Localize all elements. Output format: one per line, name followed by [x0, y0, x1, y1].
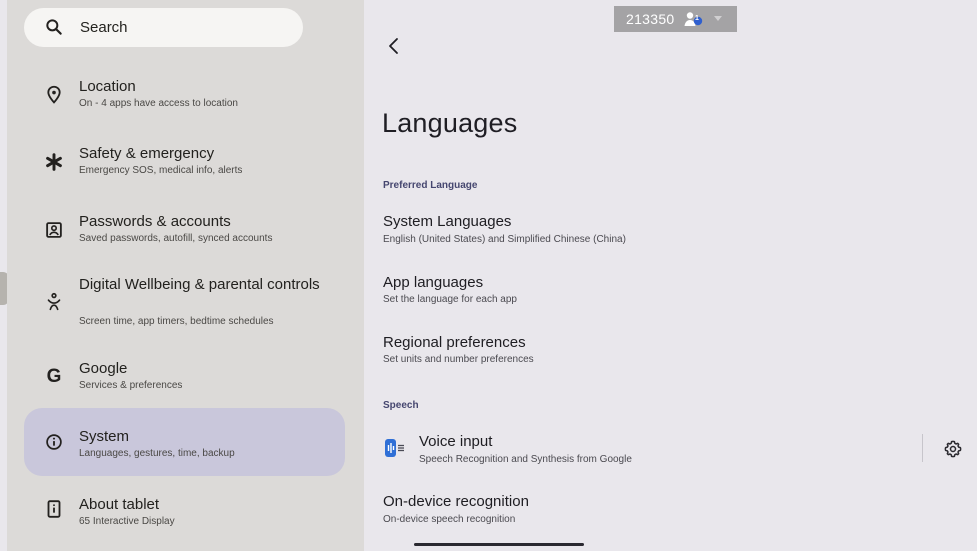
pref-title: On-device recognition	[383, 493, 529, 510]
sidebar-item-title: Location	[79, 78, 136, 95]
settings-nav-pane: Search Location On - 4 apps have access …	[7, 0, 364, 551]
sidebar-item-title: Passwords & accounts	[79, 213, 231, 230]
pref-title: Regional preferences	[383, 334, 526, 351]
divider	[922, 434, 923, 462]
search-icon	[46, 19, 62, 35]
asterisk-icon	[46, 153, 62, 171]
voice-input-icon	[385, 439, 404, 457]
pref-subtitle: Speech Recognition and Synthesis from Go…	[419, 454, 632, 465]
info-circle-icon	[46, 434, 62, 450]
remote-session-badge[interactable]: 213350 1	[614, 6, 737, 32]
section-header-speech: Speech	[383, 400, 419, 411]
pref-title: System Languages	[383, 213, 512, 230]
sidebar-item-title: Digital Wellbeing & parental controls	[79, 276, 320, 293]
sidebar-item-subtitle: 65 Interactive Display	[79, 516, 175, 527]
sidebar-item-passwords-accounts[interactable]: Passwords & accounts Saved passwords, au…	[24, 207, 345, 257]
sidebar-item-subtitle: Emergency SOS, medical info, alerts	[79, 165, 243, 176]
chevron-down-icon	[714, 16, 722, 21]
sidebar-item-safety[interactable]: Safety & emergency Emergency SOS, medica…	[24, 139, 345, 189]
pref-subtitle: Set units and number preferences	[383, 354, 534, 365]
sidebar-item-location[interactable]: Location On - 4 apps have access to loca…	[24, 72, 345, 122]
location-pin-icon	[47, 85, 61, 104]
user-count: 1	[695, 15, 699, 22]
sidebar-item-system[interactable]: System Languages, gestures, time, backup	[24, 408, 345, 476]
sidebar-item-title: System	[79, 428, 130, 445]
google-g-icon: G	[46, 366, 62, 387]
gear-icon[interactable]	[943, 439, 963, 459]
sidebar-item-title: Safety & emergency	[79, 145, 215, 162]
pref-subtitle: Set the language for each app	[383, 294, 517, 305]
pref-subtitle: English (United States) and Simplified C…	[383, 234, 626, 245]
search-placeholder: Search	[80, 19, 128, 36]
languages-detail-pane: Languages Preferred Language System Lang…	[364, 0, 977, 551]
sidebar-item-digital-wellbeing[interactable]: Digital Wellbeing & parental controls Sc…	[24, 272, 345, 334]
search-bar[interactable]: Search	[24, 8, 303, 47]
tablet-icon	[47, 500, 61, 518]
sidebar-item-subtitle: On - 4 apps have access to location	[79, 98, 238, 109]
session-id: 213350	[626, 11, 675, 27]
wellbeing-icon	[47, 292, 61, 311]
page-title: Languages	[382, 108, 518, 138]
pref-title: Voice input	[419, 433, 493, 450]
section-header-preferred-language: Preferred Language	[383, 180, 478, 191]
account-box-icon	[46, 222, 62, 238]
gesture-home-bar[interactable]	[414, 543, 584, 546]
settings-screen: Search Location On - 4 apps have access …	[0, 0, 977, 551]
sidebar-item-subtitle: Saved passwords, autofill, synced accoun…	[79, 233, 273, 244]
pref-title: App languages	[383, 274, 484, 291]
sidebar-item-google[interactable]: G Google Services & preferences	[24, 354, 345, 404]
sidebar-item-subtitle: Screen time, app timers, bedtime schedul…	[79, 316, 274, 327]
pref-subtitle: On-device speech recognition	[383, 514, 516, 525]
sidebar-item-title: Google	[79, 360, 128, 377]
sidebar-item-subtitle: Services & preferences	[79, 380, 183, 391]
sidebar-item-subtitle: Languages, gestures, time, backup	[79, 448, 235, 459]
sidebar-item-title: About tablet	[79, 496, 160, 513]
back-arrow-icon[interactable]	[382, 34, 406, 58]
sidebar-item-about-tablet[interactable]: About tablet 65 Interactive Display	[24, 490, 345, 540]
